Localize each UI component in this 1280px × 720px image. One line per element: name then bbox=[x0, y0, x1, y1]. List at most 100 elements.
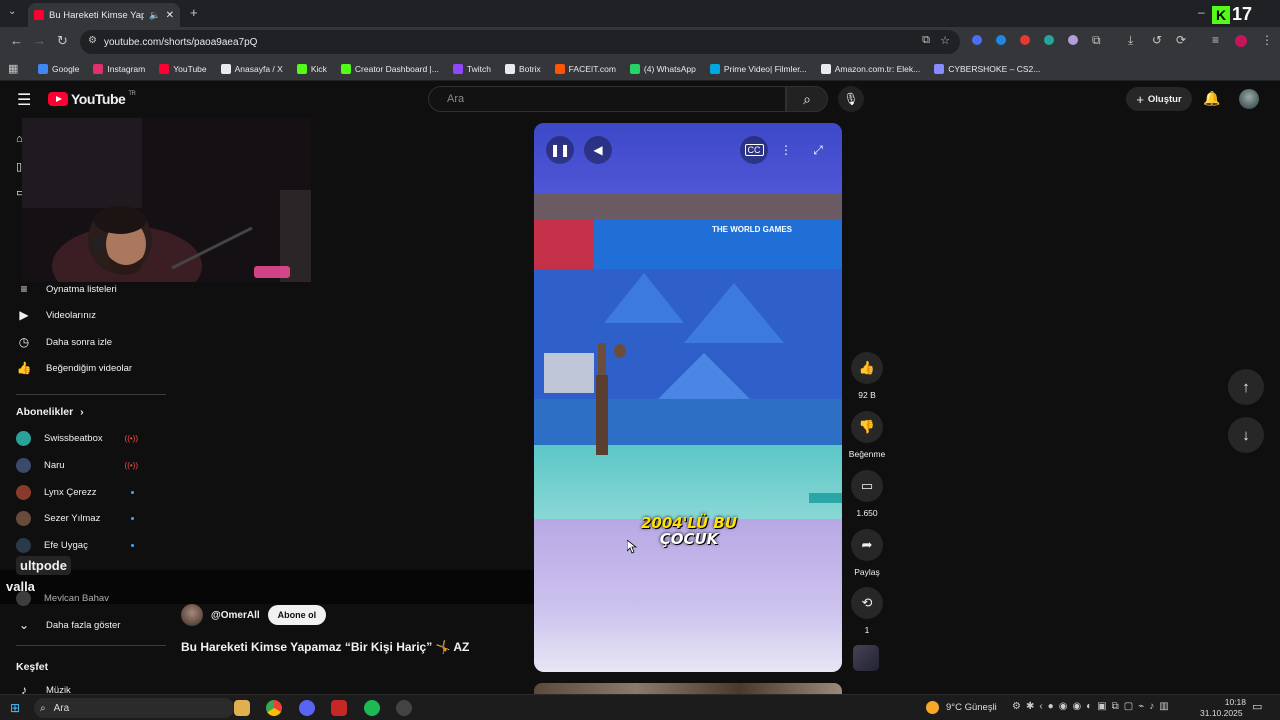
video-title[interactable]: Bu Hareketi Kimse Yapamaz “Bir Kişi Hari… bbox=[181, 640, 469, 654]
bookmark-google[interactable]: Google bbox=[38, 63, 79, 74]
reload-icon[interactable]: ↻ bbox=[57, 33, 68, 49]
previous-short-button[interactable]: ↑ bbox=[1228, 369, 1264, 405]
profile-avatar-icon[interactable] bbox=[1235, 35, 1247, 47]
bookmark-x[interactable]: Anasayfa / X bbox=[220, 63, 283, 74]
weather-text[interactable]: 9°C Güneşli bbox=[946, 702, 997, 713]
tab-close-icon[interactable]: ✕ bbox=[166, 10, 174, 21]
extension-4-icon[interactable] bbox=[1044, 35, 1054, 45]
sidebar-item-swissbeatbox[interactable]: Swissbeatbox ((•)) bbox=[16, 429, 156, 447]
sidebar-item-mevlcan-bahav[interactable]: Mevlcan Bahav bbox=[16, 589, 156, 607]
more-options-button[interactable]: ⋮ bbox=[772, 136, 800, 164]
bookmark-creator-dashboard[interactable]: Creator Dashboard |... bbox=[340, 63, 439, 74]
bookmark-star-icon[interactable]: ☆ bbox=[940, 34, 950, 47]
minimize-window-icon[interactable]: – bbox=[1198, 5, 1205, 19]
notifications-bell-icon[interactable]: 🔔 bbox=[1203, 90, 1220, 107]
tab-search-chevron-icon[interactable]: ⌄ bbox=[8, 6, 16, 17]
bookmark-amazon[interactable]: Amazon.com.tr: Elek... bbox=[820, 63, 920, 74]
notification-center-icon[interactable]: ▭ bbox=[1252, 700, 1262, 713]
taskbar-search-box[interactable]: ⌕ Ara bbox=[34, 698, 234, 718]
remix-button[interactable]: ⟲ 1 bbox=[850, 587, 884, 635]
sidebar-show-more[interactable]: ⌄ Daha fazla göster bbox=[16, 616, 156, 634]
downloads-icon[interactable]: ⤓ bbox=[1128, 33, 1133, 48]
bookmark-prime-video[interactable]: Prime Video| Filmler... bbox=[709, 63, 807, 74]
subscriptions-heading[interactable]: Abonelikler › bbox=[16, 406, 84, 418]
amazon-icon bbox=[820, 63, 831, 74]
back-icon[interactable]: ← bbox=[10, 33, 23, 48]
browser-tab-active[interactable]: Bu Hareketi Kimse Yapamaz 🔈 ✕ bbox=[28, 3, 180, 27]
dislike-button[interactable]: 👎 Beğenme bbox=[847, 411, 887, 459]
browser-menu-icon[interactable]: ⋮ bbox=[1261, 33, 1273, 47]
obs-icon[interactable] bbox=[396, 700, 412, 716]
windows-start-icon[interactable]: ⊞ bbox=[10, 701, 20, 715]
sidebar-item-lynx-cerezz[interactable]: Lynx Çerezz bbox=[16, 483, 156, 501]
captions-button[interactable]: CC bbox=[740, 136, 768, 164]
guide-menu-icon[interactable]: ☰ bbox=[17, 90, 31, 110]
volume-button[interactable]: ◀ bbox=[584, 136, 612, 164]
faceit-icon bbox=[554, 63, 565, 74]
extension-5-icon[interactable] bbox=[1068, 35, 1078, 45]
sidebar-item-watch-later[interactable]: ◷ Daha sonra izle bbox=[16, 333, 156, 351]
channel-avatar bbox=[16, 537, 31, 553]
site-info-icon[interactable]: ⚙ bbox=[88, 35, 97, 46]
extensions-puzzle-icon[interactable]: ⧉ bbox=[1092, 33, 1101, 48]
voice-search-button[interactable]: 🎙 bbox=[838, 86, 864, 112]
sidebar-item-sezer-yilmaz[interactable]: Sezer Yılmaz bbox=[16, 509, 156, 527]
apps-grid-icon[interactable]: ▦ bbox=[8, 62, 18, 75]
channel-avatar[interactable] bbox=[181, 604, 203, 626]
bookmark-whatsapp[interactable]: (4) WhatsApp bbox=[629, 63, 696, 74]
sun-weather-icon bbox=[926, 701, 939, 714]
extension-2-icon[interactable] bbox=[996, 35, 1006, 45]
next-short-button[interactable]: ↓ bbox=[1228, 417, 1264, 453]
search-button[interactable]: ⌕ bbox=[786, 86, 828, 112]
like-button[interactable]: 👍 92 B bbox=[850, 352, 884, 400]
bookmark-instagram[interactable]: Instagram bbox=[93, 63, 145, 74]
bookmark-kick[interactable]: Kick bbox=[296, 63, 327, 74]
bookmark-youtube[interactable]: YouTube bbox=[159, 63, 207, 74]
shorts-video-player[interactable]: THE WORLD GAMES ❚❚ ◀ CC ⋮ ⤢ 2004'LÜ BU Ç… bbox=[534, 123, 842, 672]
reading-list-icon[interactable]: ≡ bbox=[1212, 33, 1219, 47]
tab-audio-icon[interactable]: 🔈 bbox=[149, 10, 160, 21]
playlist-icon: ≡ bbox=[20, 282, 28, 296]
stream-app-icon[interactable] bbox=[331, 700, 347, 716]
sidebar-item-naru[interactable]: Naru ((•)) bbox=[16, 456, 156, 474]
create-button[interactable]: + Oluştur bbox=[1126, 87, 1192, 111]
sidebar-item-efe-uygac[interactable]: Efe Uygaç bbox=[16, 536, 156, 554]
search-icon: ⌕ bbox=[40, 702, 46, 714]
thumb-down-icon: 👎 bbox=[851, 411, 883, 443]
account-avatar[interactable] bbox=[1239, 89, 1259, 109]
search-input[interactable]: Ara bbox=[428, 86, 786, 112]
youtube-logo[interactable]: YouTube TR bbox=[48, 91, 136, 107]
chrome-icon[interactable] bbox=[266, 700, 282, 716]
extension-1-icon[interactable] bbox=[972, 35, 982, 45]
bookmark-cybershoke[interactable]: CYBERSHOKE – CS2... bbox=[934, 63, 1040, 74]
bookmark-faceit[interactable]: FACEIT.com bbox=[554, 63, 616, 74]
sound-thumbnail[interactable] bbox=[853, 645, 879, 671]
bookmark-botrix[interactable]: Botrix bbox=[504, 63, 541, 74]
sidebar-item-playlists[interactable]: ≡ Oynatma listeleri bbox=[16, 280, 156, 298]
forward-icon[interactable]: → bbox=[33, 33, 46, 48]
sidebar-item-your-videos[interactable]: ▶ Videolarınız bbox=[16, 306, 156, 324]
subscribe-button[interactable]: Abone ol bbox=[267, 605, 327, 625]
install-app-icon[interactable]: ⧉ bbox=[922, 34, 930, 47]
url-field[interactable]: ⚙ youtube.com/shorts/paoa9aea7pQ ⧉ ☆ bbox=[80, 30, 960, 54]
comment-icon: ▭ bbox=[851, 470, 883, 502]
file-explorer-icon[interactable] bbox=[234, 700, 250, 716]
webcam-scene bbox=[22, 118, 311, 282]
system-tray-icons[interactable]: ⚙✱‹●◉◉◐▣⧉▢⌁♪▥ bbox=[1012, 701, 1174, 712]
fullscreen-button[interactable]: ⤢ bbox=[804, 136, 832, 164]
bookmark-twitch[interactable]: Twitch bbox=[452, 63, 491, 74]
remix-icon: ⟲ bbox=[851, 587, 883, 619]
profile-sync-icon[interactable]: ⟳ bbox=[1176, 33, 1186, 47]
sidebar-item-liked-videos[interactable]: 👍 Beğendiğim videolar bbox=[16, 359, 156, 377]
pause-button[interactable]: ❚❚ bbox=[546, 136, 574, 164]
spotify-icon[interactable] bbox=[364, 700, 380, 716]
next-short-preview[interactable] bbox=[534, 683, 842, 694]
new-tab-icon[interactable]: + bbox=[190, 5, 198, 20]
comments-button[interactable]: ▭ 1.650 bbox=[850, 470, 884, 518]
share-button[interactable]: ➦ Paylaş bbox=[850, 529, 884, 577]
extension-3-icon[interactable] bbox=[1020, 35, 1030, 45]
discord-icon[interactable] bbox=[299, 700, 315, 716]
history-icon[interactable]: ↺ bbox=[1152, 33, 1162, 47]
channel-handle[interactable]: @OmerAll bbox=[211, 610, 260, 621]
video-icon: ▶ bbox=[19, 308, 29, 322]
